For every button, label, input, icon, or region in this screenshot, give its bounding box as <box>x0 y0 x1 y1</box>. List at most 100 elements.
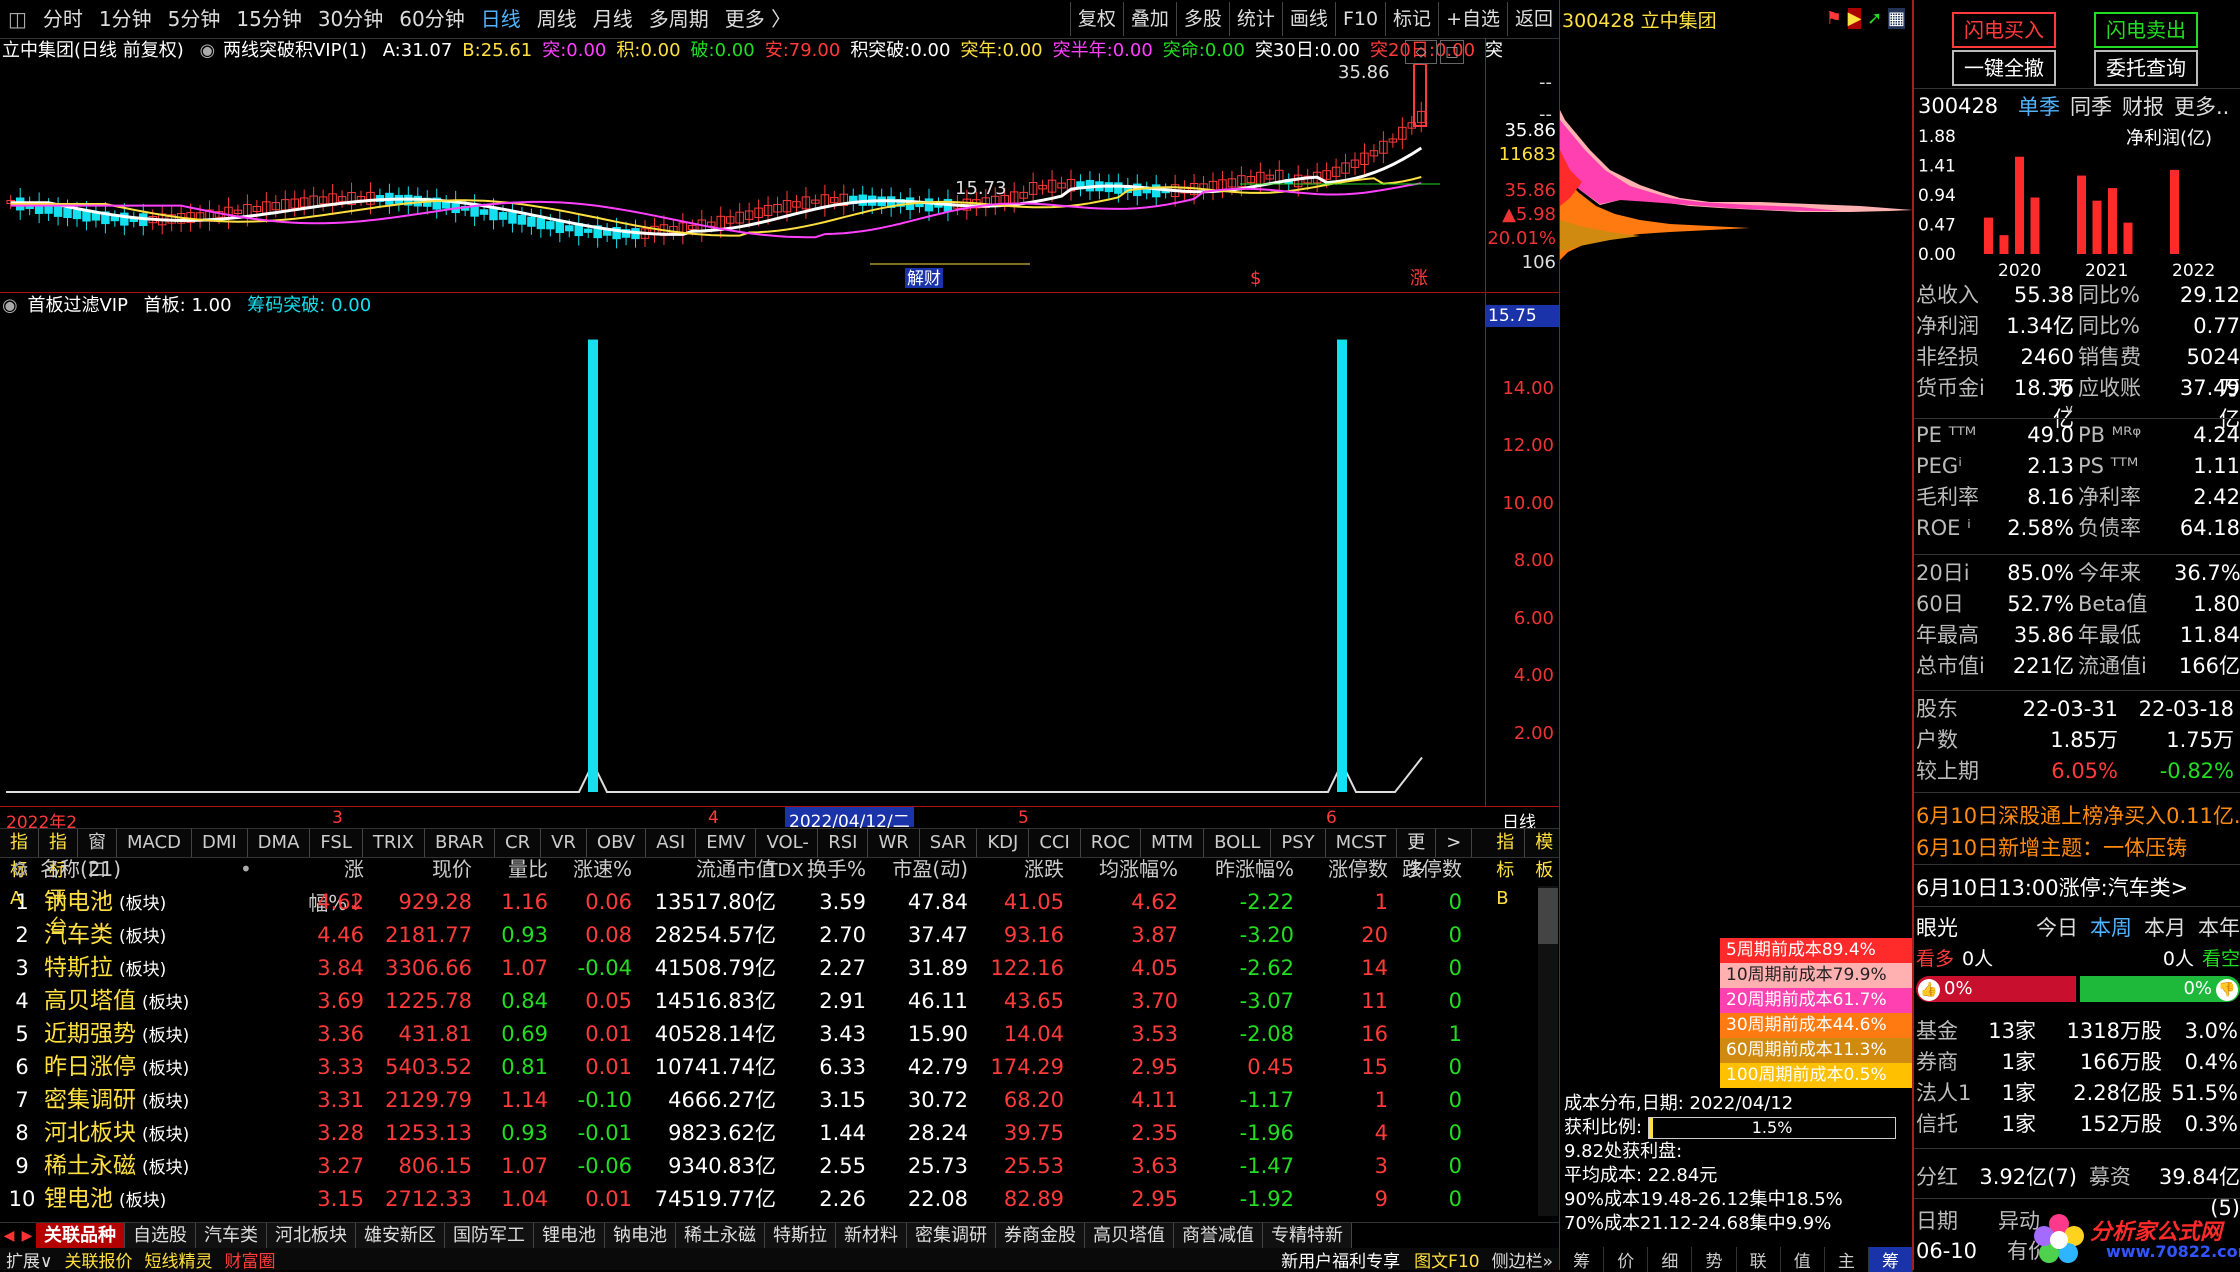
sector-name[interactable]: 河北板块 (板块) <box>44 1117 306 1150</box>
news-item-3[interactable]: 6月10日13:00涨停:汽车类> <box>1916 872 2188 902</box>
period-tab-5min[interactable]: 5分钟 <box>160 0 229 38</box>
period-tab-30min[interactable]: 30分钟 <box>310 0 391 38</box>
period-tab-weekly[interactable]: 周线 <box>529 0 585 38</box>
table-row[interactable]: 9 稀土永磁 (板块) 3.27 806.15 1.07 -0.06 9340.83亿 2.55… <box>0 1150 1558 1183</box>
header-col-6[interactable]: 换手% <box>784 852 874 886</box>
header-col-9[interactable]: 均涨幅% <box>1072 852 1186 886</box>
sector-name[interactable]: 锂电池 (板块) <box>44 1183 306 1216</box>
profit-bar-chart[interactable]: 1.88 1.41 0.94 0.47 0.00 2020 2021 2022 <box>1914 120 2240 280</box>
tab-report[interactable]: 财报 <box>2122 91 2164 121</box>
header-col-10[interactable]: 昨涨幅% <box>1186 852 1302 886</box>
table-scrollbar[interactable] <box>1538 886 1558 1216</box>
news-tag[interactable]: 解财 <box>907 269 941 289</box>
category-tab-7[interactable]: 钠电池 <box>605 1223 676 1249</box>
multi-stock-button[interactable]: 多股 <box>1175 2 1229 36</box>
category-tab-12[interactable]: 券商金股 <box>996 1223 1085 1249</box>
news-item-2[interactable]: 6月10日新增主题：一体压铸 <box>1916 832 2187 862</box>
sector-name[interactable]: 汽车类 (板块) <box>44 919 306 952</box>
distribution-icons[interactable]: ⚑ ▶ ➚ ▦ <box>1826 8 1905 29</box>
header-col-4[interactable]: 涨速% <box>556 852 640 886</box>
distribution-tab-7[interactable]: 筹 <box>1868 1246 1913 1272</box>
sector-name[interactable]: 昨日涨停 (板块) <box>44 1051 306 1084</box>
bear-bar[interactable]: 0% 👎 <box>2080 976 2240 1002</box>
table-row[interactable]: 6 昨日涨停 (板块) 3.33 5403.52 0.81 0.01 10741.74亿 6.3… <box>0 1051 1558 1084</box>
distribution-tab-0[interactable]: 筹 <box>1560 1246 1605 1272</box>
f10-button[interactable]: F10 <box>1334 2 1385 36</box>
distribution-tab-2[interactable]: 细 <box>1648 1246 1693 1272</box>
period-tab-60min[interactable]: 60分钟 <box>391 0 472 38</box>
sector-name[interactable]: 特斯拉 (板块) <box>44 952 306 985</box>
header-col-5[interactable]: 流通市值 <box>640 852 784 886</box>
table-row[interactable]: 10 锂电池 (板块) 3.15 2712.33 1.04 0.01 74519.77亿 2.2… <box>0 1183 1558 1216</box>
distribution-tab-6[interactable]: 主 <box>1825 1246 1869 1272</box>
eye-year[interactable]: 本年 <box>2198 912 2240 942</box>
distribution-tab-1[interactable]: 价 <box>1604 1246 1649 1272</box>
category-tab-6[interactable]: 锂电池 <box>534 1223 605 1249</box>
layout-icon[interactable]: ◫ <box>0 0 35 38</box>
table-settings-gear-icon[interactable]: ⚙ <box>0 852 40 886</box>
table-row[interactable]: 4 高贝塔值 (板块) 3.69 1225.78 0.84 0.05 14516.83亿 2.9… <box>0 985 1558 1018</box>
category-tab-3[interactable]: 河北板块 <box>267 1223 356 1249</box>
period-tab-monthly[interactable]: 月线 <box>585 0 641 38</box>
news-ticker[interactable]: 新用户福利专享 <box>1273 1247 1408 1272</box>
header-col-11[interactable]: 涨停数 <box>1302 852 1396 886</box>
distribution-tab-5[interactable]: 值 <box>1781 1246 1825 1272</box>
table-row[interactable]: 5 近期强势 (板块) 3.36 431.81 0.69 0.01 40528.14亿 3.43… <box>0 1018 1558 1051</box>
grid-icon[interactable]: ▦ <box>1887 8 1905 29</box>
category-tab-2[interactable]: 汽车类 <box>196 1223 267 1249</box>
bull-bar[interactable]: 👍 0% <box>1916 976 2076 1002</box>
quick-sell-button[interactable]: 闪电卖出 <box>2094 12 2198 48</box>
mark-button[interactable]: 标记 <box>1385 2 1438 36</box>
header-col-12[interactable]: 跌停数 <box>1396 852 1470 886</box>
flag-icon[interactable]: ⚑ <box>1826 8 1842 29</box>
chart-close-icon[interactable]: □ <box>1440 40 1464 64</box>
tab-same-quarter[interactable]: 同季 <box>2070 91 2112 121</box>
category-tab-15[interactable]: 专精特新 <box>1263 1223 1352 1249</box>
order-query-button[interactable]: 委托查询 <box>2094 50 2198 86</box>
cancel-all-button[interactable]: 一键全撤 <box>1952 50 2056 86</box>
category-tab-13[interactable]: 高贝塔值 <box>1085 1223 1174 1249</box>
period-tab-1min[interactable]: 1分钟 <box>91 0 160 38</box>
header-col-1[interactable]: 涨幅%↓ <box>306 852 372 915</box>
play-icon[interactable]: ▶ <box>1847 8 1862 29</box>
scroll-left-icon[interactable]: ◀ <box>0 1228 18 1244</box>
table-row[interactable]: 8 河北板块 (板块) 3.28 1253.13 0.93 -0.01 9823.62亿 1.4… <box>0 1117 1558 1150</box>
table-row[interactable]: 1 钠电池 (板块) 4.62 929.28 1.16 0.06 13517.80亿 3.59 4… <box>0 886 1558 919</box>
header-col-2[interactable]: 现价 <box>372 852 480 886</box>
header-col-8[interactable]: 涨跌 <box>976 852 1072 886</box>
indicator2-name[interactable]: 首板过滤VIP <box>27 295 127 316</box>
category-tab-9[interactable]: 特斯拉 <box>765 1223 836 1249</box>
kline-chart[interactable]: 35.86 15.73 解财 涨 $ <box>0 64 1485 292</box>
chart-settings-icon[interactable]: ◇ <box>1405 40 1437 64</box>
scrollbar-thumb[interactable] <box>1538 888 1558 944</box>
eye-month[interactable]: 本月 <box>2144 912 2186 942</box>
related-quote-tab[interactable]: 关联报价 <box>58 1247 138 1272</box>
sector-name[interactable]: 高贝塔值 (板块) <box>44 985 306 1018</box>
distribution-tab-4[interactable]: 联 <box>1737 1246 1781 1272</box>
header-col-7[interactable]: 市盈(动) <box>874 852 976 886</box>
overlay-button[interactable]: 叠加 <box>1122 2 1176 36</box>
category-tab-4[interactable]: 雄安新区 <box>356 1223 445 1249</box>
add-watchlist-button[interactable]: +自选 <box>1438 2 1507 36</box>
expand-chevron-icon[interactable]: ∨ <box>2064 402 2074 418</box>
tab-quarter[interactable]: 单季 <box>2018 91 2060 121</box>
indicator2-toggle-icon[interactable]: ◉ <box>2 295 18 316</box>
pane-divider[interactable] <box>0 292 1559 293</box>
period-tab-more[interactable]: 更多 〉 <box>717 0 799 38</box>
table-row[interactable]: 3 特斯拉 (板块) 3.84 3306.66 1.07 -0.04 41508.79亿 2.2… <box>0 952 1558 985</box>
table-row[interactable]: 7 密集调研 (板块) 3.31 2129.79 1.14 -0.10 4666.27亿 3.1… <box>0 1084 1558 1117</box>
sector-name[interactable]: 密集调研 (板块) <box>44 1084 306 1117</box>
period-tab-fenshi[interactable]: 分时 <box>35 0 91 38</box>
eye-week[interactable]: 本周 <box>2090 912 2132 942</box>
tab-more[interactable]: 更多.. <box>2174 91 2229 121</box>
period-tab-daily[interactable]: 日线 <box>473 0 529 38</box>
distribution-tab-3[interactable]: 势 <box>1692 1246 1737 1272</box>
short-elf-tab[interactable]: 短线精灵 <box>138 1247 218 1272</box>
period-tab-15min[interactable]: 15分钟 <box>228 0 309 38</box>
quick-buy-button[interactable]: 闪电买入 <box>1952 12 2056 48</box>
scroll-right-icon[interactable]: ▶ <box>18 1228 36 1244</box>
table-row[interactable]: 2 汽车类 (板块) 4.46 2181.77 0.93 0.08 28254.57亿 2.70… <box>0 919 1558 952</box>
sector-name[interactable]: 稀土永磁 (板块) <box>44 1150 306 1183</box>
indicator-name[interactable]: 两线突破积VIP(1) <box>223 40 367 61</box>
header-name[interactable]: 名称(21) <box>40 852 240 886</box>
